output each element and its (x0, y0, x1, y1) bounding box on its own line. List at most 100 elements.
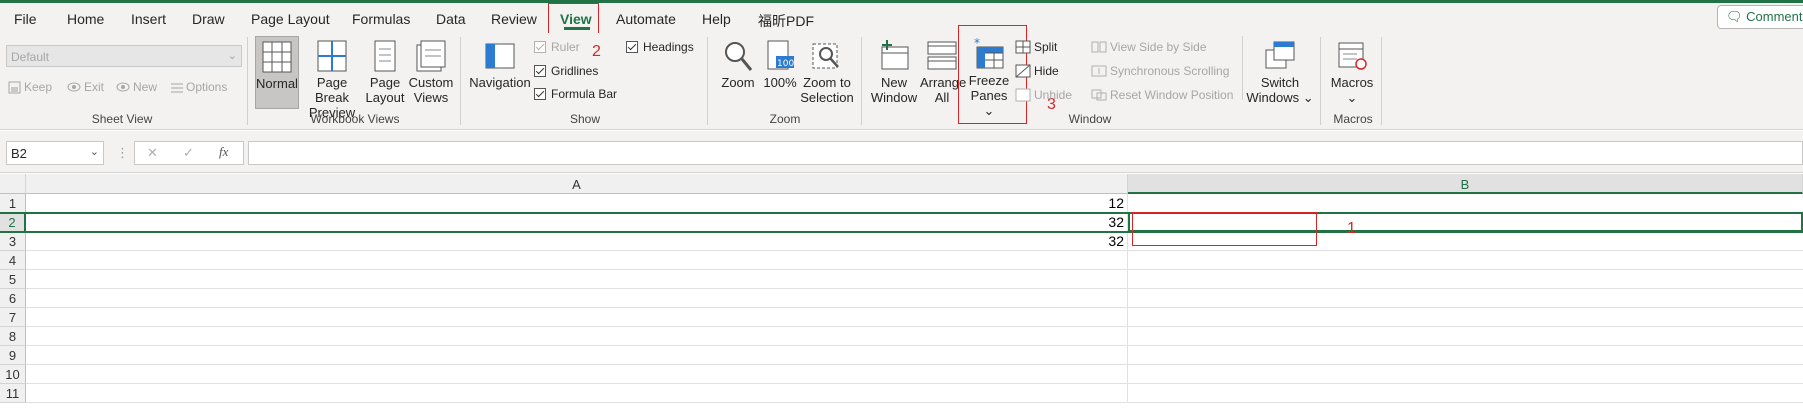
formula-bar-label: Formula Bar (551, 87, 618, 101)
comments-label: Comments (1746, 9, 1803, 24)
row-header-9[interactable]: 9 (0, 346, 26, 365)
cell-a2[interactable]: 32 (26, 213, 1128, 232)
row-header-6[interactable]: 6 (0, 289, 26, 308)
table-row (26, 365, 1803, 384)
tab-review[interactable]: Review (491, 11, 537, 27)
custom-views-button[interactable]: Custom Views (407, 36, 455, 105)
page-layout-view-button[interactable]: Page Layout (365, 36, 405, 105)
hide-button[interactable]: Hide (1015, 64, 1059, 78)
switch-windows-icon (1265, 41, 1295, 69)
gridlines-checkbox[interactable]: Gridlines (534, 64, 598, 78)
ruler-checkbox[interactable]: Ruler (534, 40, 580, 54)
chevron-down-icon: ⌄ (1346, 90, 1358, 105)
hide-icon (1015, 64, 1031, 78)
column-header-b[interactable]: B (1128, 174, 1803, 194)
exit-label: Exit (84, 80, 105, 94)
chevron-down-icon[interactable]: ⌄ (90, 145, 99, 158)
row-header-8[interactable]: 8 (0, 327, 26, 346)
tab-help[interactable]: Help (702, 11, 731, 27)
cell-a7[interactable] (26, 308, 1128, 327)
cell-a4[interactable] (26, 251, 1128, 270)
keep-button[interactable]: Keep (8, 80, 52, 94)
switch-windows-button[interactable]: Switch Windows ⌄ (1246, 36, 1314, 105)
cell-a11[interactable] (26, 384, 1128, 403)
name-box[interactable]: B2 ⌄ (6, 141, 104, 165)
group-label-sheet-view: Sheet View (91, 112, 153, 126)
cell-a5[interactable] (26, 270, 1128, 289)
new-window-button[interactable]: New Window (868, 36, 920, 105)
row-header-5[interactable]: 5 (0, 270, 26, 289)
side-by-side-icon (1091, 41, 1107, 53)
navigation-label: Navigation (469, 75, 531, 90)
group-separator (460, 37, 461, 125)
normal-label: Normal (256, 76, 298, 91)
more-options-icon[interactable]: ⋮ (116, 145, 129, 161)
enter-icon[interactable]: ✓ (183, 145, 194, 161)
checkbox-checked-icon (534, 88, 546, 100)
row-header-3[interactable]: 3 (0, 232, 26, 251)
zoom-100-button[interactable]: 100 100% (762, 36, 798, 90)
reset-window-position-button[interactable]: Reset Window Position (1091, 88, 1233, 102)
row-header-11[interactable]: 11 (0, 384, 26, 403)
select-all-corner[interactable] (0, 174, 26, 194)
cell-a3[interactable]: 32 (26, 232, 1128, 251)
group-separator (1320, 37, 1321, 125)
cell-a6[interactable] (26, 289, 1128, 308)
tab-foxit-pdf[interactable]: 福昕PDF (758, 11, 814, 31)
row-header-7[interactable]: 7 (0, 308, 26, 327)
annotation-box-view-tab (548, 3, 599, 34)
tab-automate[interactable]: Automate (616, 11, 676, 27)
headings-checkbox[interactable]: Headings (626, 40, 694, 54)
new-label: New (133, 80, 158, 94)
new-sheet-view-button[interactable]: New (116, 80, 157, 94)
cell-a9[interactable] (26, 346, 1128, 365)
comments-button[interactable]: 🗨 Comments (1717, 5, 1803, 29)
new-window-label-2: Window (870, 90, 918, 105)
tab-draw[interactable]: Draw (192, 11, 225, 27)
formula-bar-checkbox[interactable]: Formula Bar (534, 87, 617, 101)
sheet-view-dropdown[interactable]: Default ⌄ (6, 45, 242, 67)
zoom-to-selection-button[interactable]: Zoom to Selection (800, 36, 854, 105)
tab-home[interactable]: Home (67, 11, 104, 27)
hide-label: Hide (1034, 64, 1059, 78)
tab-insert[interactable]: Insert (131, 11, 166, 27)
keep-label: Keep (24, 80, 53, 94)
zoom-button[interactable]: Zoom (716, 36, 760, 90)
insert-function-icon[interactable]: fx (219, 144, 228, 160)
column-header-a[interactable]: A (26, 174, 1128, 194)
tab-page-layout[interactable]: Page Layout (251, 11, 330, 27)
ruler-label: Ruler (551, 40, 580, 54)
options-label: Options (186, 80, 228, 94)
synchronous-scrolling-button[interactable]: Synchronous Scrolling (1091, 64, 1229, 78)
row-header-4[interactable]: 4 (0, 251, 26, 270)
normal-view-button[interactable]: Normal (255, 36, 299, 109)
page-break-preview-button[interactable]: Page Break Preview (301, 36, 363, 120)
cell-a8[interactable] (26, 327, 1128, 346)
macros-button[interactable]: Macros ⌄ (1328, 36, 1376, 105)
view-side-by-side-button[interactable]: View Side by Side (1091, 40, 1207, 54)
options-button[interactable]: Options (171, 80, 227, 94)
cell-a1[interactable]: 12 (26, 194, 1128, 213)
reset-position-label: Reset Window Position (1110, 88, 1234, 102)
tab-file[interactable]: File (14, 11, 37, 27)
tab-formulas[interactable]: Formulas (352, 11, 410, 27)
group-separator (247, 37, 248, 125)
cancel-icon[interactable]: ✕ (147, 145, 158, 161)
menu-bar: File Home Insert Draw Page Layout Formul… (0, 3, 1803, 33)
navigation-button[interactable]: Navigation (468, 36, 532, 90)
row-header-1[interactable]: 1 (0, 194, 26, 213)
unhide-button[interactable]: Unhide (1015, 88, 1072, 102)
macros-label: Macros (1330, 75, 1374, 90)
formula-input[interactable] (248, 141, 1803, 165)
split-label: Split (1034, 40, 1058, 54)
exit-button[interactable]: Exit (67, 80, 104, 94)
split-button[interactable]: Split (1015, 40, 1057, 54)
gridlines-label: Gridlines (551, 64, 599, 78)
cell-a10[interactable] (26, 365, 1128, 384)
tab-data[interactable]: Data (436, 11, 466, 27)
group-label-show: Show (569, 112, 601, 126)
row-header-2[interactable]: 2 (0, 213, 26, 232)
side-by-side-label: View Side by Side (1110, 40, 1207, 54)
eye-new-icon (116, 82, 130, 92)
row-header-10[interactable]: 10 (0, 365, 26, 384)
